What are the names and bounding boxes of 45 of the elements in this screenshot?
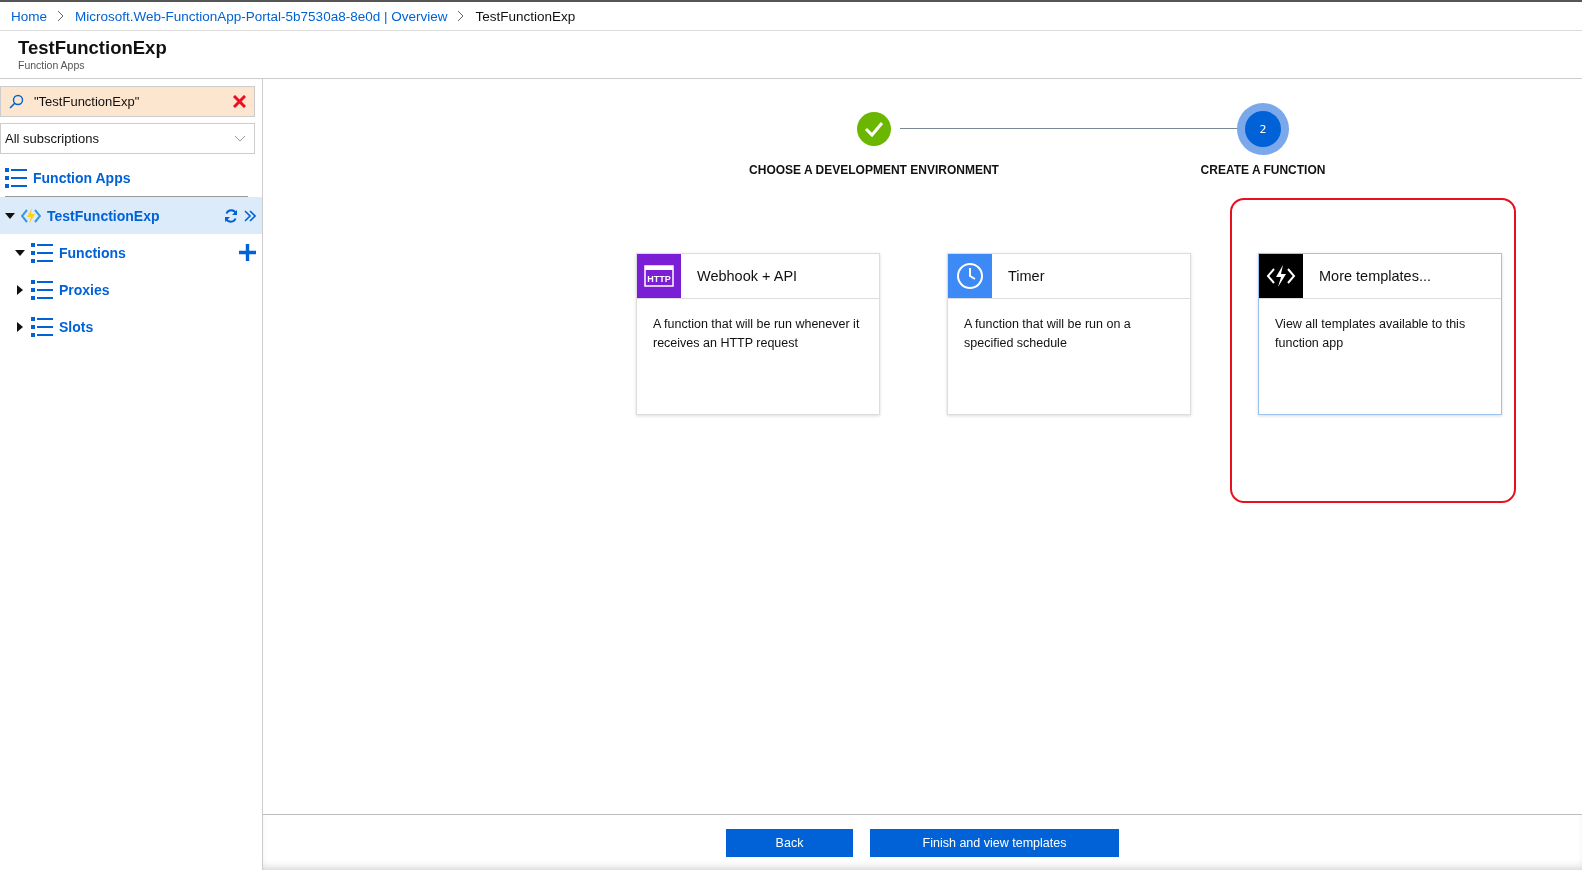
template-card[interactable]: Timer A function that will be run on a specified schedule (947, 253, 1191, 415)
lightning-code-icon (1266, 264, 1296, 288)
chevron-down-icon (234, 134, 246, 143)
double-chevron-icon[interactable] (244, 208, 256, 223)
breadcrumb-link[interactable]: Microsoft.Web-FunctionApp-Portal-5b7530a8-8e0d | Overview (75, 8, 448, 24)
subscription-dropdown[interactable]: All subscriptions (0, 123, 255, 154)
template-title: Timer (1008, 268, 1045, 284)
tree-item[interactable]: Slots (0, 308, 262, 345)
search-icon (9, 94, 24, 109)
template-description: A function that will be run whenever it receives an HTTP request (652, 316, 861, 352)
template-card[interactable]: More templates... View all templates available to this function app (1258, 253, 1502, 415)
tree-item[interactable]: TestFunctionExp (0, 197, 262, 234)
step-label: CREATE A FUNCTION (1200, 163, 1326, 177)
add-icon[interactable] (239, 244, 256, 261)
back-button[interactable]: Back (726, 829, 853, 857)
finish-button[interactable]: Finish and view templates (870, 829, 1119, 857)
template-description: A function that will be run on a specified schedule (963, 316, 1132, 352)
clock-icon (956, 262, 984, 290)
collapse-arrow-icon[interactable] (15, 321, 25, 332)
expand-arrow-icon[interactable] (5, 210, 15, 221)
template-title: Webhook + API (697, 268, 798, 284)
chevron-right-icon (457, 10, 466, 22)
breadcrumb-link[interactable]: Home (11, 8, 47, 24)
expand-arrow-icon[interactable] (15, 247, 25, 258)
step-number: 2 (1237, 103, 1289, 155)
tree-item[interactable]: Proxies (0, 271, 262, 308)
page-title: TestFunctionExp (18, 37, 168, 59)
page-subtitle: Function Apps (18, 59, 86, 71)
clear-icon[interactable] (233, 95, 246, 108)
list-icon (31, 279, 53, 300)
function-app-icon (21, 206, 41, 225)
template-card[interactable]: HTTP Webhook + API A function that will be run whenever it receives an HTTP request (636, 253, 880, 415)
search-field[interactable]: "TestFunctionExp" (0, 86, 255, 117)
template-title: More templates... (1319, 268, 1431, 284)
list-icon (5, 168, 27, 188)
list-icon (31, 316, 53, 337)
list-icon (31, 242, 53, 263)
template-description: View all templates available to this function app (1274, 316, 1467, 352)
search-input[interactable]: "TestFunctionExp" (32, 93, 225, 110)
collapse-arrow-icon[interactable] (15, 284, 25, 295)
refresh-icon[interactable] (224, 208, 238, 223)
http-label: HTTP (647, 274, 671, 284)
step-label: CHOOSE A DEVELOPMENT ENVIRONMENT (749, 163, 999, 177)
tree-item[interactable]: Functions (0, 234, 262, 271)
chevron-right-icon (57, 10, 65, 22)
